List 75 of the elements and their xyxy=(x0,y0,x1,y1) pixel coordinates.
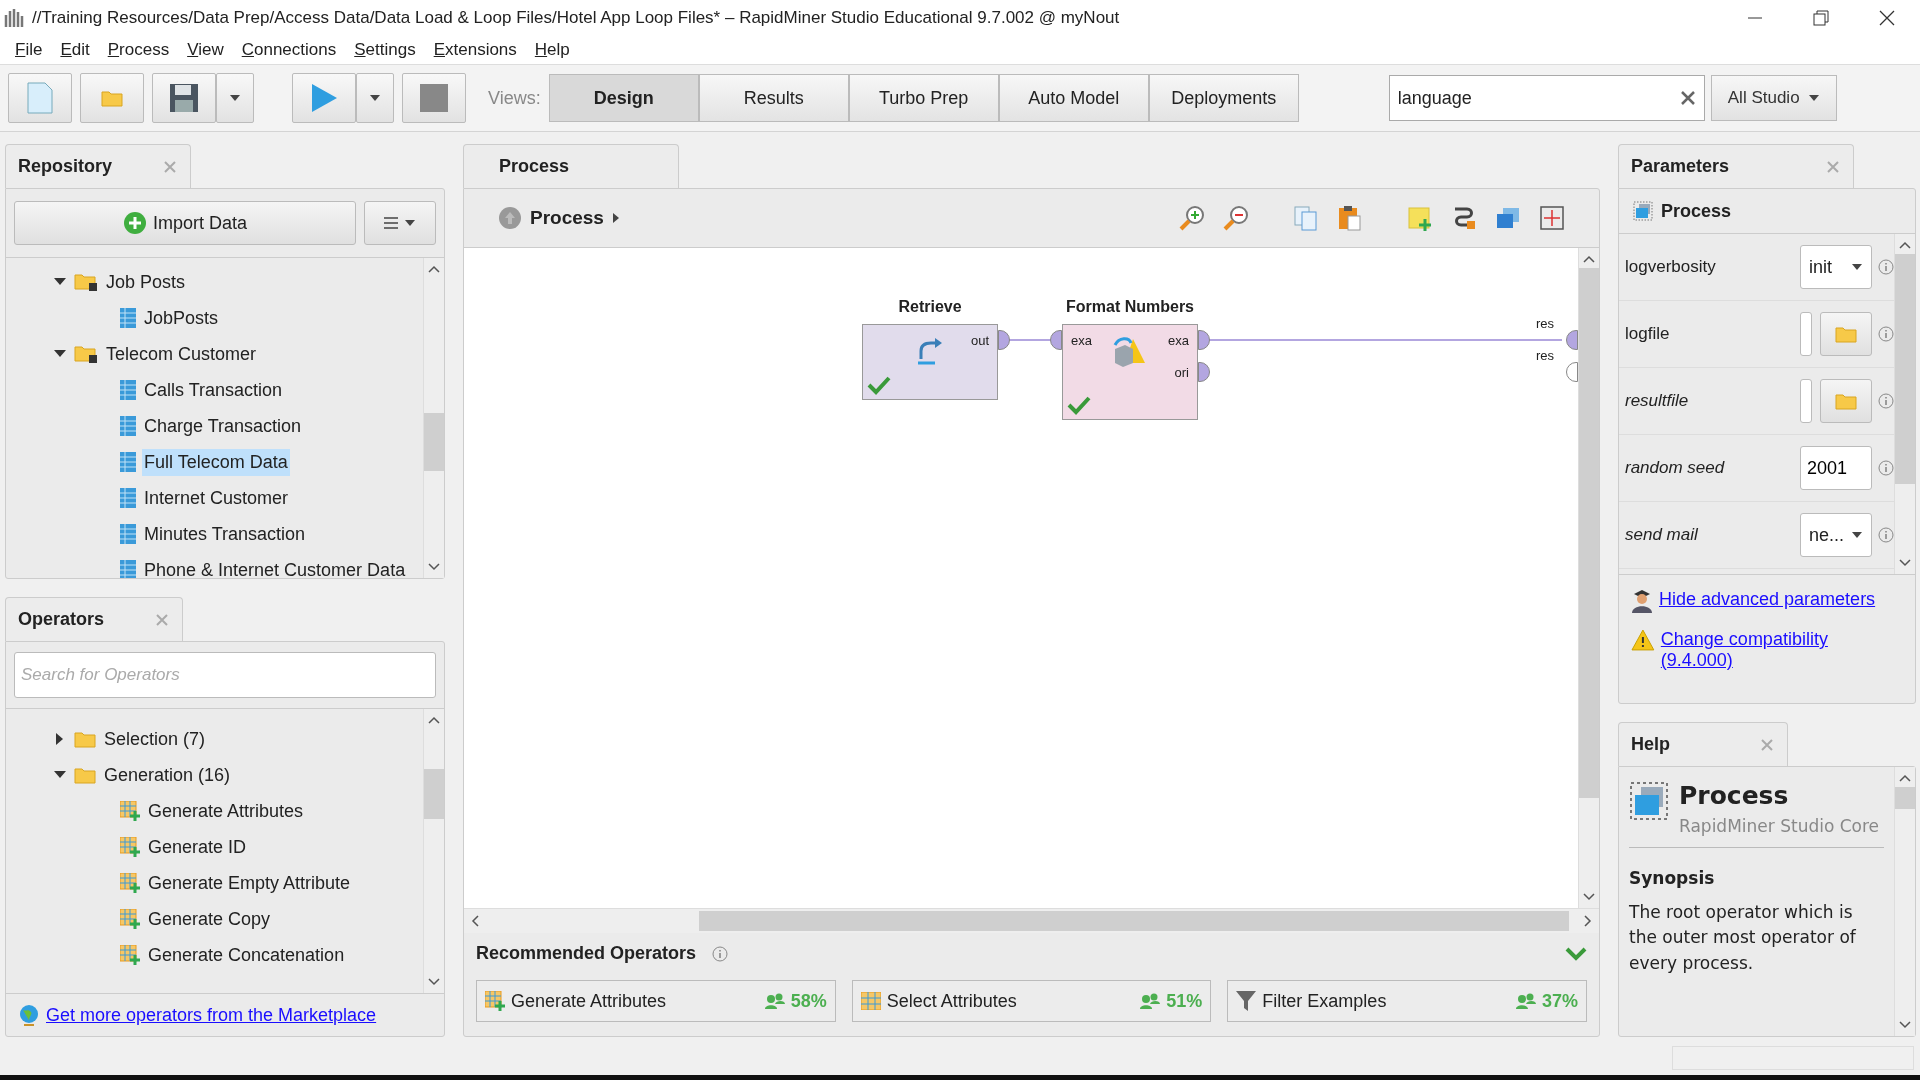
marketplace-link[interactable]: Get more operators from the Marketplace xyxy=(46,1004,377,1026)
tree-item[interactable]: Generate Concatenation xyxy=(146,941,347,969)
process-tab[interactable]: Process xyxy=(463,144,679,188)
view-tab[interactable]: Results xyxy=(698,74,849,122)
port-label: exa xyxy=(1071,333,1092,348)
tree-item[interactable]: Telecom Customer xyxy=(104,340,259,368)
help-subtitle: RapidMiner Studio Core xyxy=(1679,815,1880,838)
tree-item[interactable]: Full Telecom Data xyxy=(142,448,290,476)
import-data-button[interactable]: Import Data xyxy=(14,201,356,245)
operator-name: Format Numbers xyxy=(1066,298,1194,316)
repository-tab[interactable]: Repository xyxy=(5,144,191,188)
scope-dropdown[interactable]: All Studio xyxy=(1710,75,1837,121)
tree-item[interactable]: Generate Attributes xyxy=(146,797,306,825)
view-tab[interactable]: Turbo Prep xyxy=(848,74,999,122)
tab-title: Help xyxy=(1631,734,1670,755)
tree-item[interactable]: Charge Transaction xyxy=(142,412,304,440)
recommended-operator[interactable]: Select Attributes 51% xyxy=(851,980,1212,1022)
tree-item[interactable]: Calls Transaction xyxy=(142,376,285,404)
help-title: Process xyxy=(1679,781,1790,810)
view-tab[interactable]: Design xyxy=(548,74,699,122)
tree-item[interactable]: Generation (16) xyxy=(102,761,233,789)
tab-title: Repository xyxy=(18,156,113,177)
parameter-label: send mail xyxy=(1625,525,1699,545)
operator-title: Process xyxy=(1661,200,1732,222)
views-label: Views: xyxy=(488,87,541,109)
operator-node[interactable]: exa exa ori xyxy=(1062,324,1198,420)
operator-name: Retrieve xyxy=(898,298,962,316)
tree-item[interactable]: Generate ID xyxy=(146,833,249,861)
window-title: //Training Resources/Data Prep/Access Data/Data Load & Loop Files/Hotel App Loop Files* – RapidMiner Studio Educational 9.7.002 @ myNout xyxy=(32,8,1121,28)
tree-item[interactable]: Phone & Internet Customer Data xyxy=(142,556,408,578)
menu-item[interactable]: Extensions xyxy=(424,40,526,60)
process-breadcrumb[interactable]: Process xyxy=(498,206,620,230)
search-field[interactable]: language xyxy=(1388,75,1705,121)
parameter-label: logverbosity xyxy=(1625,257,1717,277)
recommended-title: Recommended Operators xyxy=(476,943,697,964)
parameter-dropdown[interactable]: init xyxy=(1800,245,1872,289)
port-label: res xyxy=(1535,348,1554,363)
parameter-label: logfile xyxy=(1625,324,1671,344)
menu-item[interactable]: Settings xyxy=(345,40,425,60)
help-tab[interactable]: Help xyxy=(1618,722,1788,766)
parameter-input[interactable]: 2001 xyxy=(1800,446,1872,490)
operators-tab[interactable]: Operators xyxy=(5,597,183,641)
tree-item[interactable]: Generate Empty Attribute xyxy=(146,869,353,897)
parameter-label: random seed xyxy=(1625,458,1726,478)
recommended-operator[interactable]: Filter Examples 37% xyxy=(1227,980,1587,1022)
operator-search-field[interactable]: Search for Operators xyxy=(14,652,436,698)
menu-item[interactable]: Help xyxy=(525,40,579,60)
menu-item[interactable]: Edit xyxy=(51,40,99,60)
view-tab[interactable]: Auto Model xyxy=(998,74,1149,122)
operator-node[interactable]: out xyxy=(862,324,998,400)
parameters-link[interactable]: Hide advanced parameters xyxy=(1659,589,1876,610)
tree-item[interactable]: Selection (7) xyxy=(102,725,208,753)
tree-item[interactable]: Minutes Transaction xyxy=(142,520,308,548)
port-label: exa xyxy=(1168,333,1189,348)
port-label: ori xyxy=(1174,365,1189,380)
menu-item[interactable]: File xyxy=(6,40,52,60)
parameter-dropdown[interactable]: ne... xyxy=(1800,513,1872,557)
port-label: res xyxy=(1535,316,1554,331)
parameters-tab[interactable]: Parameters xyxy=(1618,144,1854,188)
port-label: out xyxy=(970,333,989,348)
parameter-label: resultfile xyxy=(1625,391,1690,411)
menu-item[interactable]: View xyxy=(178,40,233,60)
view-tab[interactable]: Deployments xyxy=(1148,74,1299,122)
tab-title: Parameters xyxy=(1631,156,1730,177)
tree-item[interactable]: JobPosts xyxy=(142,304,221,332)
tree-item[interactable]: Generate Copy xyxy=(146,905,273,933)
parameters-link[interactable]: Change compatibility (9.4.000) xyxy=(1660,629,1903,671)
tree-item[interactable]: Job Posts xyxy=(104,268,188,296)
menu-item[interactable]: Process xyxy=(98,40,179,60)
tree-item[interactable]: Internet Customer xyxy=(142,484,291,512)
tab-title: Operators xyxy=(18,609,105,630)
menu-item[interactable]: Connections xyxy=(232,40,346,60)
synopsis-text: The root operator which is the outer most operator of every process. xyxy=(1629,900,1857,975)
synopsis-heading: Synopsis xyxy=(1629,867,1716,888)
recommended-operator[interactable]: Generate Attributes 58% xyxy=(476,980,836,1022)
